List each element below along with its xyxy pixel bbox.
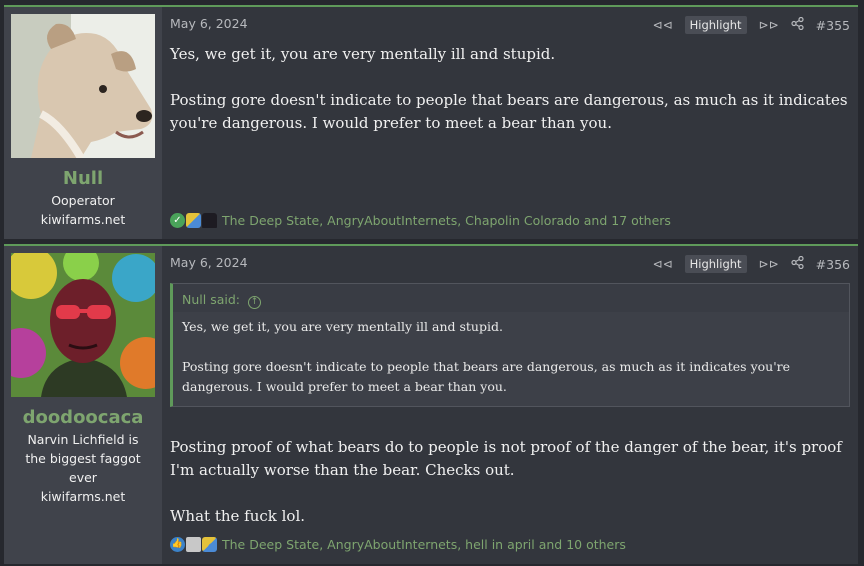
post-356: doodoocaca Narvin Lichfield is the bigge… xyxy=(4,244,858,564)
post-content: May 6, 2024 ⊲⊲ Highlight ⊳⊳ #355 Yes, we… xyxy=(162,7,858,239)
avatar[interactable] xyxy=(11,14,155,158)
post-meta: May 6, 2024 ⊲⊲ Highlight ⊳⊳ #355 xyxy=(170,16,850,36)
document-icon xyxy=(186,537,201,552)
post-paragraph: Posting gore doesn't indicate to people … xyxy=(170,91,848,132)
reactions-bar[interactable]: ✓ The Deep State, AngryAboutInternets, C… xyxy=(170,213,671,228)
user-info: doodoocaca Narvin Lichfield is the bigge… xyxy=(4,246,162,564)
post-355: Null Ooperator kiwifarms.net May 6, 2024… xyxy=(4,5,858,239)
user-title: Ooperator xyxy=(51,193,115,208)
previous-highlight-icon[interactable]: ⊲⊲ xyxy=(653,18,673,32)
quote-author[interactable]: Null said: xyxy=(182,292,240,307)
reaction-names[interactable]: The Deep State, AngryAboutInternets, hel… xyxy=(222,537,626,552)
post-meta: May 6, 2024 ⊲⊲ Highlight ⊳⊳ #356 xyxy=(170,255,850,275)
username[interactable]: doodoocaca xyxy=(23,407,144,428)
user-site: kiwifarms.net xyxy=(40,212,126,227)
post-number[interactable]: #356 xyxy=(816,257,850,272)
user-site: kiwifarms.net xyxy=(40,489,126,504)
post-actions: ⊲⊲ Highlight ⊳⊳ #355 xyxy=(653,16,850,34)
like-icon: 👍 xyxy=(170,537,185,552)
tophat-icon xyxy=(202,213,217,228)
jump-to-quote-icon[interactable]: ↑ xyxy=(247,296,261,309)
post-date[interactable]: May 6, 2024 xyxy=(170,255,248,270)
post-date[interactable]: May 6, 2024 xyxy=(170,16,248,31)
post-paragraph: Yes, we get it, you are very mentally il… xyxy=(170,45,556,63)
reactions-bar[interactable]: 👍 The Deep State, AngryAboutInternets, h… xyxy=(170,537,626,552)
quote-line: Yes, we get it, you are very mentally il… xyxy=(182,319,503,334)
post-number[interactable]: #355 xyxy=(816,18,850,33)
previous-highlight-icon[interactable]: ⊲⊲ xyxy=(653,257,673,271)
post-body: Yes, we get it, you are very mentally il… xyxy=(170,43,848,135)
share-icon[interactable] xyxy=(791,16,804,33)
quote-header[interactable]: Null said: ↑ xyxy=(173,284,849,312)
avatar[interactable] xyxy=(11,253,155,397)
post-body: Posting proof of what bears do to people… xyxy=(170,436,852,528)
post-content: May 6, 2024 ⊲⊲ Highlight ⊳⊳ #356 Null sa… xyxy=(162,246,858,564)
quote-body: Yes, we get it, you are very mentally il… xyxy=(173,312,849,402)
next-highlight-icon[interactable]: ⊳⊳ xyxy=(759,257,779,271)
next-highlight-icon[interactable]: ⊳⊳ xyxy=(759,18,779,32)
user-info: Null Ooperator kiwifarms.net xyxy=(4,7,162,239)
puzzle-icon xyxy=(202,537,217,552)
post-paragraph: What the fuck lol. xyxy=(170,507,306,525)
quote-block: Null said: ↑ Yes, we get it, you are ver… xyxy=(170,283,850,407)
share-icon[interactable] xyxy=(791,255,804,272)
puzzle-icon xyxy=(186,213,201,228)
post-paragraph: Posting proof of what bears do to people… xyxy=(170,438,842,479)
highlight-button[interactable]: Highlight xyxy=(684,16,747,34)
reaction-names[interactable]: The Deep State, AngryAboutInternets, Cha… xyxy=(222,213,671,228)
check-icon: ✓ xyxy=(170,213,185,228)
username[interactable]: Null xyxy=(63,168,103,189)
highlight-button[interactable]: Highlight xyxy=(684,255,747,273)
user-title: Narvin Lichfield is the biggest faggot e… xyxy=(25,432,141,485)
quote-line: Posting gore doesn't indicate to people … xyxy=(182,359,791,394)
post-actions: ⊲⊲ Highlight ⊳⊳ #356 xyxy=(653,255,850,273)
